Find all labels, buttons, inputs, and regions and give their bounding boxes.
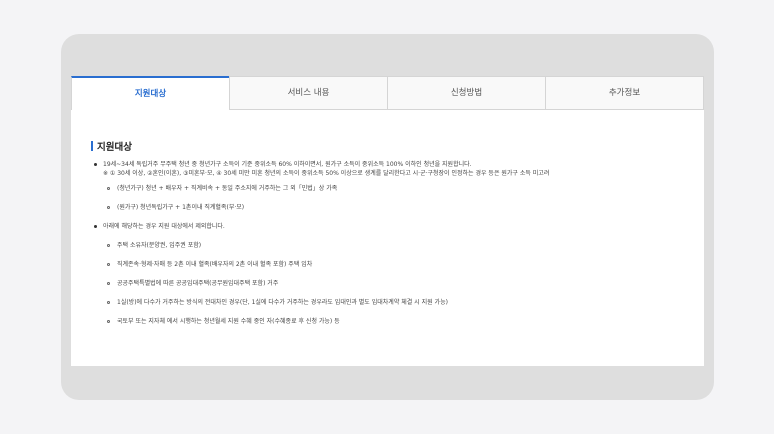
sub-list-item: 1실(방)에 다수가 거주하는 방식의 전대차인 경우(단, 1실에 다수가 거… <box>91 298 691 307</box>
section-content: 19세~34세 독립거주 무주택 청년 중 청년가구 소득이 기준 중위소득 6… <box>91 160 691 336</box>
circle-bullet-icon <box>107 243 110 247</box>
sub-item-text: 직계존속·형제·자매 등 2촌 이내 혈족(배우자의 2촌 이내 혈족 포함) … <box>117 261 313 268</box>
sub-list-item: 국토부 또는 지자체 에서 시행하는 청년월세 지원 수혜 중인 자(수혜종료 … <box>91 317 691 326</box>
heading-accent-bar <box>91 141 93 151</box>
sub-list-item: 주택 소유자(분양권, 입주권 포함) <box>91 241 691 250</box>
tab-support-target[interactable]: 지원대상 <box>71 76 229 110</box>
sub-item-text: 1실(방)에 다수가 거주하는 방식의 전대차인 경우(단, 1실에 다수가 거… <box>117 299 448 306</box>
circle-bullet-icon <box>107 319 110 323</box>
circle-bullet-icon <box>107 281 110 285</box>
circle-bullet-icon <box>107 205 110 209</box>
sub-item-text: 국토부 또는 지자체 에서 시행하는 청년월세 지원 수혜 중인 자(수혜종료 … <box>117 318 340 325</box>
modal-card: 지원대상 서비스 내용 신청방법 추가정보 지원대상 19세~34세 독립거주 … <box>61 34 714 400</box>
sub-item-text: (원가구) 청년독립가구 + 1촌이내 직계혈족(부·모) <box>117 204 245 211</box>
section-title-text: 지원대상 <box>97 142 132 153</box>
circle-bullet-icon <box>107 186 110 190</box>
sub-item-text: (청년가구) 청년 + 배우자 + 직계비속 + 동일 주소지에 거주하는 그 … <box>117 185 338 192</box>
bullet-dot-icon <box>94 225 97 228</box>
tab-bar: 지원대상 서비스 내용 신청방법 추가정보 <box>71 76 704 110</box>
content-panel: 지원대상 서비스 내용 신청방법 추가정보 지원대상 19세~34세 독립거주 … <box>71 76 704 366</box>
bullet-text: 아래에 해당하는 경우 지원 대상에서 제외합니다. <box>103 223 225 230</box>
sub-item-text: 주택 소유자(분양권, 입주권 포함) <box>117 242 202 249</box>
bullet-text: 19세~34세 독립거주 무주택 청년 중 청년가구 소득이 기준 중위소득 6… <box>103 161 472 168</box>
section-heading: 지원대상 <box>91 139 132 153</box>
list-item: 아래에 해당하는 경우 지원 대상에서 제외합니다. <box>91 222 691 231</box>
circle-bullet-icon <box>107 300 110 304</box>
sub-item-text: 공공주택특별법에 따른 공공임대주택(공무원임대주택 포함) 거주 <box>117 280 279 287</box>
sub-list-item: 공공주택특별법에 따른 공공임대주택(공무원임대주택 포함) 거주 <box>91 279 691 288</box>
bullet-note: ※ ① 30세 이상, ②혼인(이혼), ③미혼부·모, ④ 30세 미만 미혼… <box>103 170 550 177</box>
tab-additional-info[interactable]: 추가정보 <box>545 76 704 109</box>
sub-list-item: (원가구) 청년독립가구 + 1촌이내 직계혈족(부·모) <box>91 203 691 212</box>
circle-bullet-icon <box>107 262 110 266</box>
bullet-dot-icon <box>94 163 97 166</box>
sub-list-item: (청년가구) 청년 + 배우자 + 직계비속 + 동일 주소지에 거주하는 그 … <box>91 184 691 193</box>
tab-service-content[interactable]: 서비스 내용 <box>229 76 387 109</box>
sub-list-item: 직계존속·형제·자매 등 2촌 이내 혈족(배우자의 2촌 이내 혈족 포함) … <box>91 260 691 269</box>
list-item: 19세~34세 독립거주 무주택 청년 중 청년가구 소득이 기준 중위소득 6… <box>91 160 691 178</box>
tab-application-method[interactable]: 신청방법 <box>387 76 545 109</box>
